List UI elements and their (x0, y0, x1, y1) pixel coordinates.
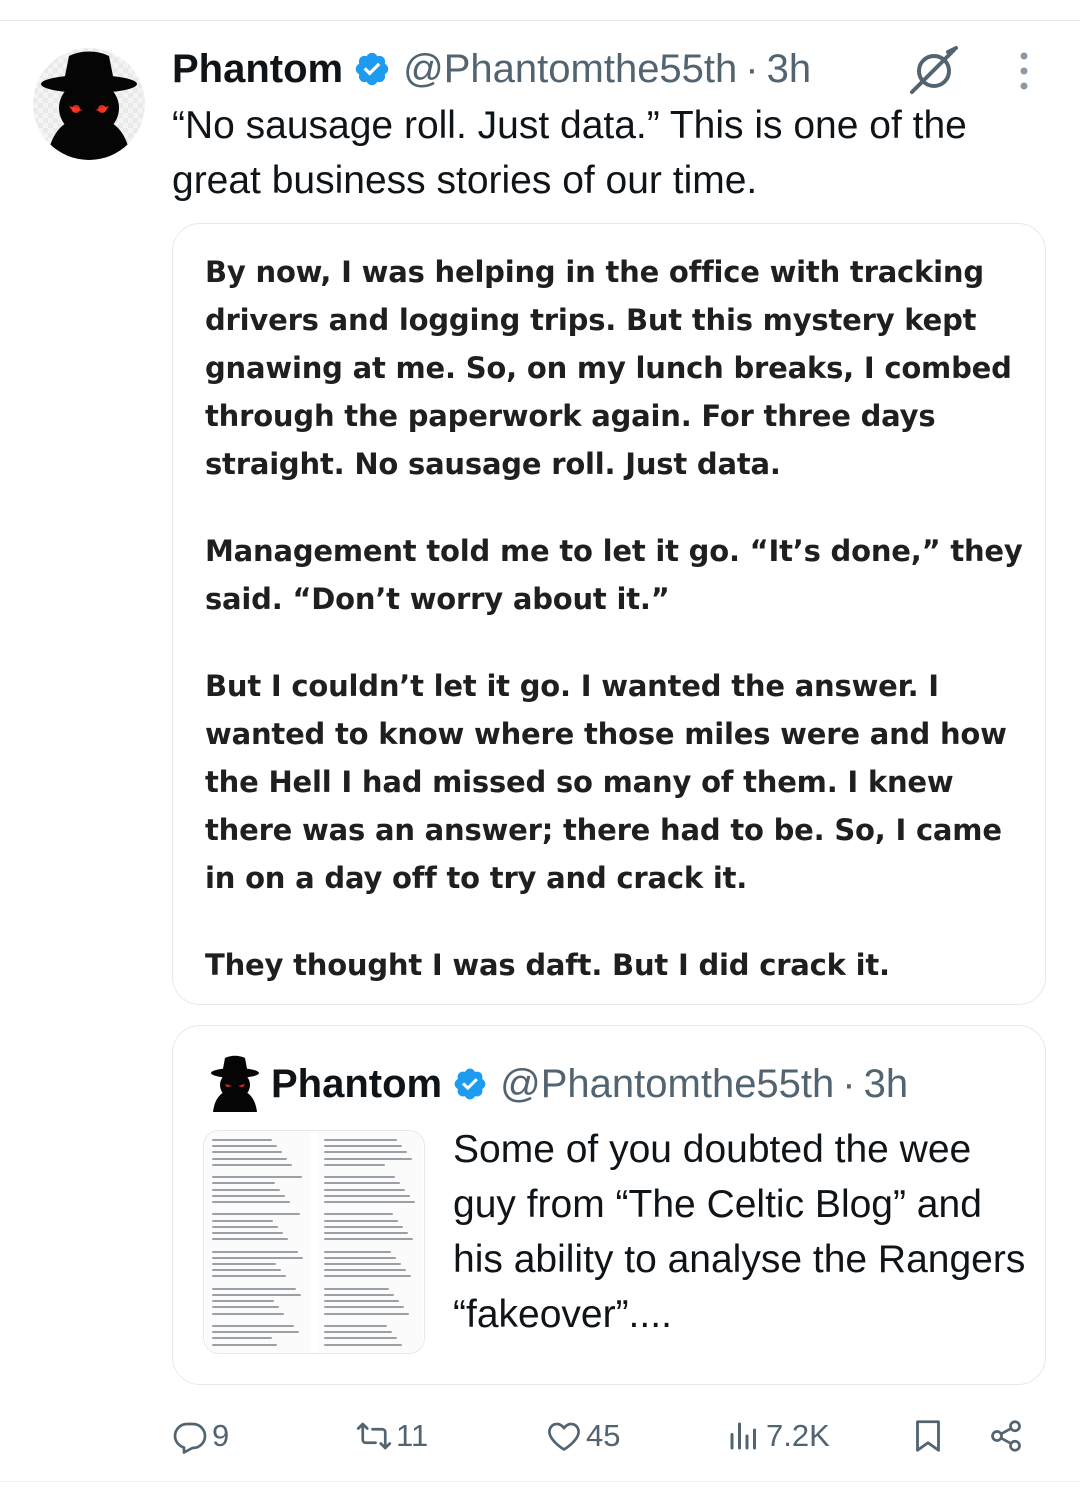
repost-button[interactable]: 11 (356, 1410, 428, 1462)
thumbnail-text-line (212, 1232, 283, 1234)
thumbnail-text-line (212, 1139, 272, 1141)
thumbnail-text-line (212, 1238, 288, 1241)
thumbnail-text-line (212, 1331, 299, 1334)
separator-dot: · (745, 46, 759, 91)
verified-badge-icon[interactable] (353, 50, 391, 88)
post-time[interactable]: 3h (767, 47, 812, 92)
author-name[interactable]: Phantom (172, 47, 343, 92)
author-handle[interactable]: @Phantomthe55th (403, 47, 737, 92)
quoted-author-name: Phantom (271, 1061, 443, 1106)
thumbnail-text-line (324, 1225, 403, 1228)
thumbnail-text-line (212, 1263, 276, 1265)
thumbnail-text-line (212, 1294, 301, 1296)
reply-button[interactable]: 9 (172, 1410, 229, 1462)
views-button[interactable]: 7.2K (726, 1410, 830, 1462)
thumbnail-text-line (324, 1201, 415, 1203)
bookmark-icon (916, 1420, 940, 1452)
bottom-divider (0, 1481, 1080, 1482)
thumbnail-text-line (212, 1343, 277, 1346)
grok-icon[interactable] (906, 44, 962, 96)
image-paragraph: They thought I was daft. But I did crack… (205, 948, 890, 982)
thumbnail-text-line (324, 1287, 389, 1290)
share-icon (991, 1420, 1021, 1452)
like-count: 45 (586, 1418, 621, 1453)
action-bar: 9 11 45 7.2K (0, 1410, 1080, 1462)
thumbnail-text-line (324, 1145, 402, 1148)
thumbnail-text-line (212, 1287, 296, 1290)
image-paragraph: Management told me to let it go. “It’s d… (205, 534, 1023, 616)
quoted-text: Some of you doubted the wee guy from “Th… (453, 1128, 1026, 1336)
avatar[interactable] (33, 48, 145, 160)
thumbnail-text-line (324, 1194, 410, 1197)
thumbnail-text-line (324, 1312, 409, 1315)
thumbnail-text-line (324, 1325, 387, 1327)
thumbnail-text-line (212, 1312, 284, 1315)
top-divider (0, 20, 1080, 21)
thumbnail-text-line (212, 1194, 285, 1197)
bookmark-button[interactable] (910, 1410, 946, 1462)
quoted-post[interactable]: Phantom @Phantomthe55th · 3h Some of you… (172, 1025, 1046, 1385)
thumbnail-text-line (324, 1256, 396, 1259)
repost-icon (356, 1422, 392, 1450)
thumbnail-text-line (324, 1250, 391, 1253)
separator-dot: · (842, 1061, 856, 1106)
reply-icon (173, 1422, 207, 1454)
thumbnail-text-line (324, 1176, 395, 1179)
post-text: “No sausage roll. Just data.” This is on… (172, 104, 967, 202)
thumbnail-text-line (324, 1343, 402, 1346)
thumbnail-text-line (212, 1325, 294, 1327)
quoted-avatar (211, 1055, 259, 1112)
image-paragraph: By now, I was helping in the office with… (205, 255, 1012, 481)
thumbnail-text-line (324, 1163, 385, 1166)
thumbnail-text-line (324, 1294, 394, 1296)
quoted-time: 3h (863, 1061, 909, 1106)
thumbnail-text-line (324, 1269, 406, 1272)
quoted-header: Phantom @Phantomthe55th · 3h (271, 1058, 908, 1110)
verified-badge-icon (454, 1068, 486, 1100)
thumbnail-text-line (212, 1163, 292, 1166)
thumbnail-text-line (212, 1201, 290, 1203)
more-options-icon[interactable] (1012, 50, 1036, 94)
thumbnail-text-line (212, 1225, 278, 1228)
heart-icon (548, 1422, 580, 1451)
thumbnail-text-line (324, 1219, 398, 1222)
thumbnail-text-line (324, 1331, 392, 1334)
quoted-thumbnail (203, 1130, 425, 1354)
image-text-block: By now, I was helping in the office with… (205, 248, 1025, 1028)
share-button[interactable] (988, 1410, 1024, 1462)
thumbnail-text-line (212, 1157, 287, 1160)
thumbnail-text-line (324, 1139, 397, 1141)
thumbnail-text-line (324, 1263, 401, 1265)
views-count: 7.2K (766, 1418, 830, 1453)
attached-image[interactable]: By now, I was helping in the office with… (172, 223, 1046, 1005)
image-paragraph: But I couldn’t let it go. I wanted the a… (205, 669, 1007, 895)
reply-count: 9 (212, 1418, 230, 1453)
thumbnail-text-line (212, 1269, 281, 1272)
quoted-handle: @Phantomthe55th (500, 1061, 835, 1106)
thumbnail-text-line (212, 1219, 273, 1222)
thumbnail-text-line (212, 1250, 298, 1253)
thumbnail-text-line (212, 1188, 280, 1191)
thumbnail-text-line (212, 1256, 303, 1259)
thumbnail-text-line (324, 1157, 412, 1160)
thumbnail-text-line (212, 1300, 274, 1303)
thumbnail-text-line (324, 1188, 405, 1191)
thumbnail-text-line (212, 1176, 302, 1179)
post-header: Phantom @Phantomthe55th · 3h (172, 44, 811, 94)
views-icon (730, 1422, 756, 1450)
thumbnail-text-line (212, 1145, 277, 1148)
repost-count: 11 (396, 1418, 429, 1453)
thumbnail-text-line (324, 1300, 399, 1303)
thumbnail-text-line (324, 1238, 413, 1241)
like-button[interactable]: 45 (546, 1410, 620, 1462)
thumbnail-text-line (324, 1232, 408, 1234)
